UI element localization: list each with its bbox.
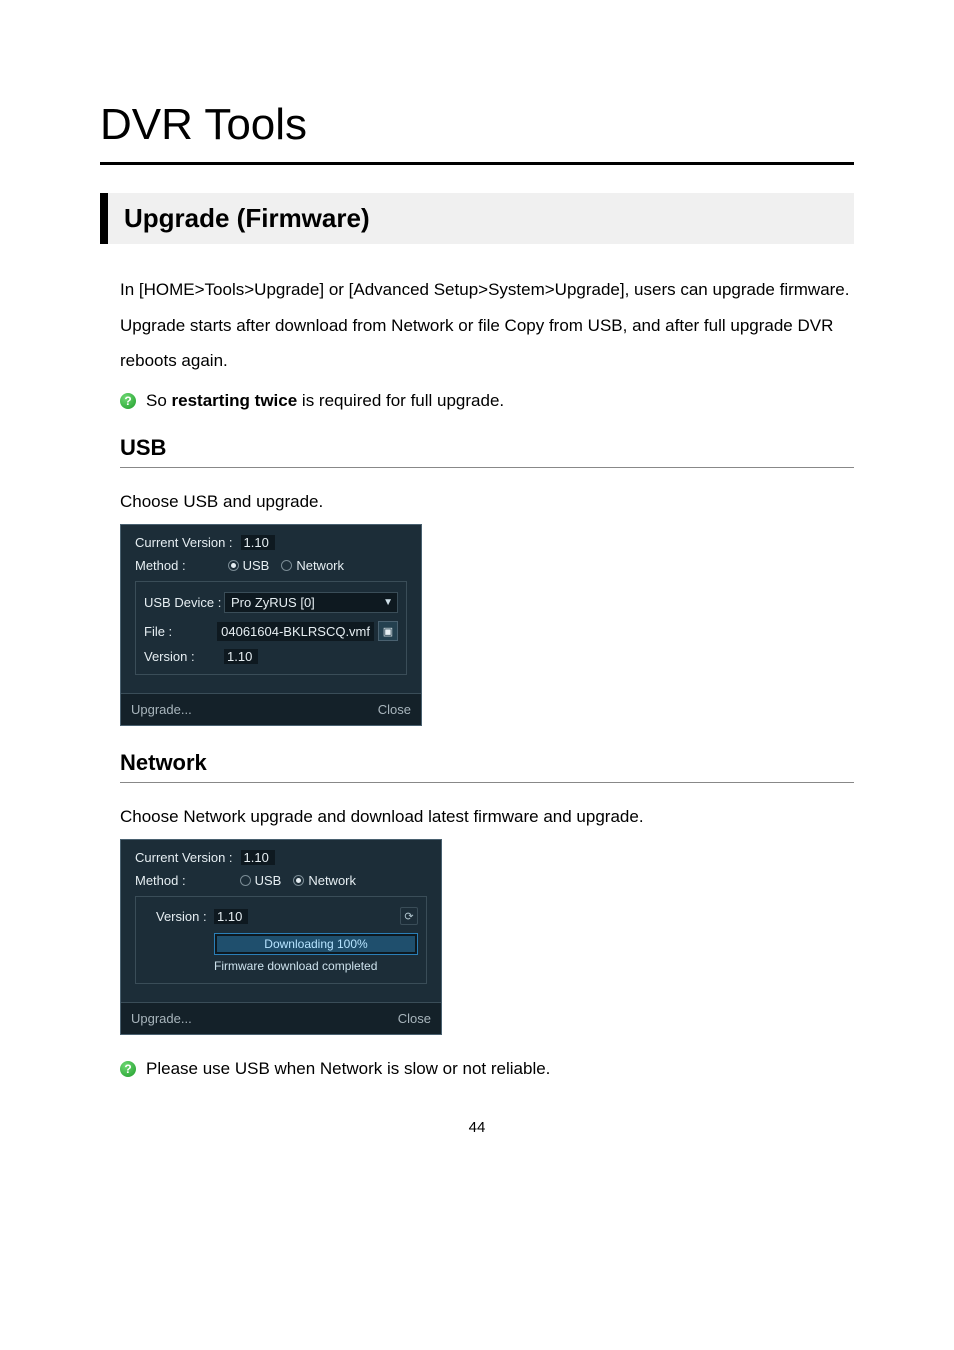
section-heading: Upgrade (Firmware)	[124, 203, 838, 234]
method-usb-radio[interactable]: USB	[228, 558, 270, 573]
page-title: DVR Tools	[100, 100, 854, 150]
refresh-icon[interactable]: ⟳	[400, 907, 418, 925]
usb-upgrade-panel: Current Version : 1.10 Method : USB Netw…	[120, 524, 422, 726]
section-intro: In [HOME>Tools>Upgrade] or [Advanced Set…	[120, 272, 854, 379]
current-version-label: Current Version :	[135, 535, 233, 550]
section-heading-wrap: Upgrade (Firmware)	[100, 193, 854, 244]
network-desc: Choose Network upgrade and download late…	[120, 807, 854, 827]
restart-note: ? So restarting twice is required for fu…	[120, 391, 854, 411]
download-status: Firmware download completed	[214, 959, 418, 973]
file-label: File :	[144, 624, 217, 639]
usb-desc: Choose USB and upgrade.	[120, 492, 854, 512]
method-usb-radio[interactable]: USB	[240, 873, 282, 888]
page-number: 44	[100, 1119, 854, 1136]
network-upgrade-panel: Current Version : 1.10 Method : USB Netw…	[120, 839, 442, 1035]
current-version-value: 1.10	[241, 535, 275, 550]
current-version-label: Current Version :	[135, 850, 233, 865]
current-version-value: 1.10	[241, 850, 275, 865]
info-icon: ?	[120, 1061, 136, 1077]
network-heading: Network	[120, 750, 854, 783]
method-network-radio[interactable]: Network	[293, 873, 356, 888]
file-value: 04061604-BKLRSCQ.vmf	[217, 622, 374, 641]
info-icon: ?	[120, 393, 136, 409]
note-text: Please use USB when Network is slow or n…	[146, 1059, 550, 1079]
method-network-radio[interactable]: Network	[281, 558, 344, 573]
browse-file-icon[interactable]: ▣	[378, 621, 398, 641]
upgrade-button[interactable]: Upgrade...	[131, 702, 192, 717]
net-version-label: Version :	[156, 909, 214, 924]
title-rule	[100, 162, 854, 165]
file-version-value: 1.10	[224, 649, 258, 664]
upgrade-button[interactable]: Upgrade...	[131, 1011, 192, 1026]
close-button[interactable]: Close	[378, 702, 411, 717]
usb-device-label: USB Device :	[144, 595, 224, 610]
method-label: Method :	[135, 873, 186, 888]
download-progress: Downloading 100%	[214, 933, 418, 955]
chevron-down-icon: ▼	[383, 597, 393, 608]
usb-device-dropdown[interactable]: Pro ZyRUS [0] ▼	[224, 592, 398, 613]
file-version-label: Version :	[144, 649, 224, 664]
method-label: Method :	[135, 558, 186, 573]
network-note: ? Please use USB when Network is slow or…	[120, 1059, 854, 1079]
usb-heading: USB	[120, 435, 854, 468]
note-text: So restarting twice is required for full…	[146, 391, 504, 411]
close-button[interactable]: Close	[398, 1011, 431, 1026]
net-version-value: 1.10	[214, 909, 248, 924]
document-page: DVR Tools Upgrade (Firmware) In [HOME>To…	[0, 0, 954, 1176]
